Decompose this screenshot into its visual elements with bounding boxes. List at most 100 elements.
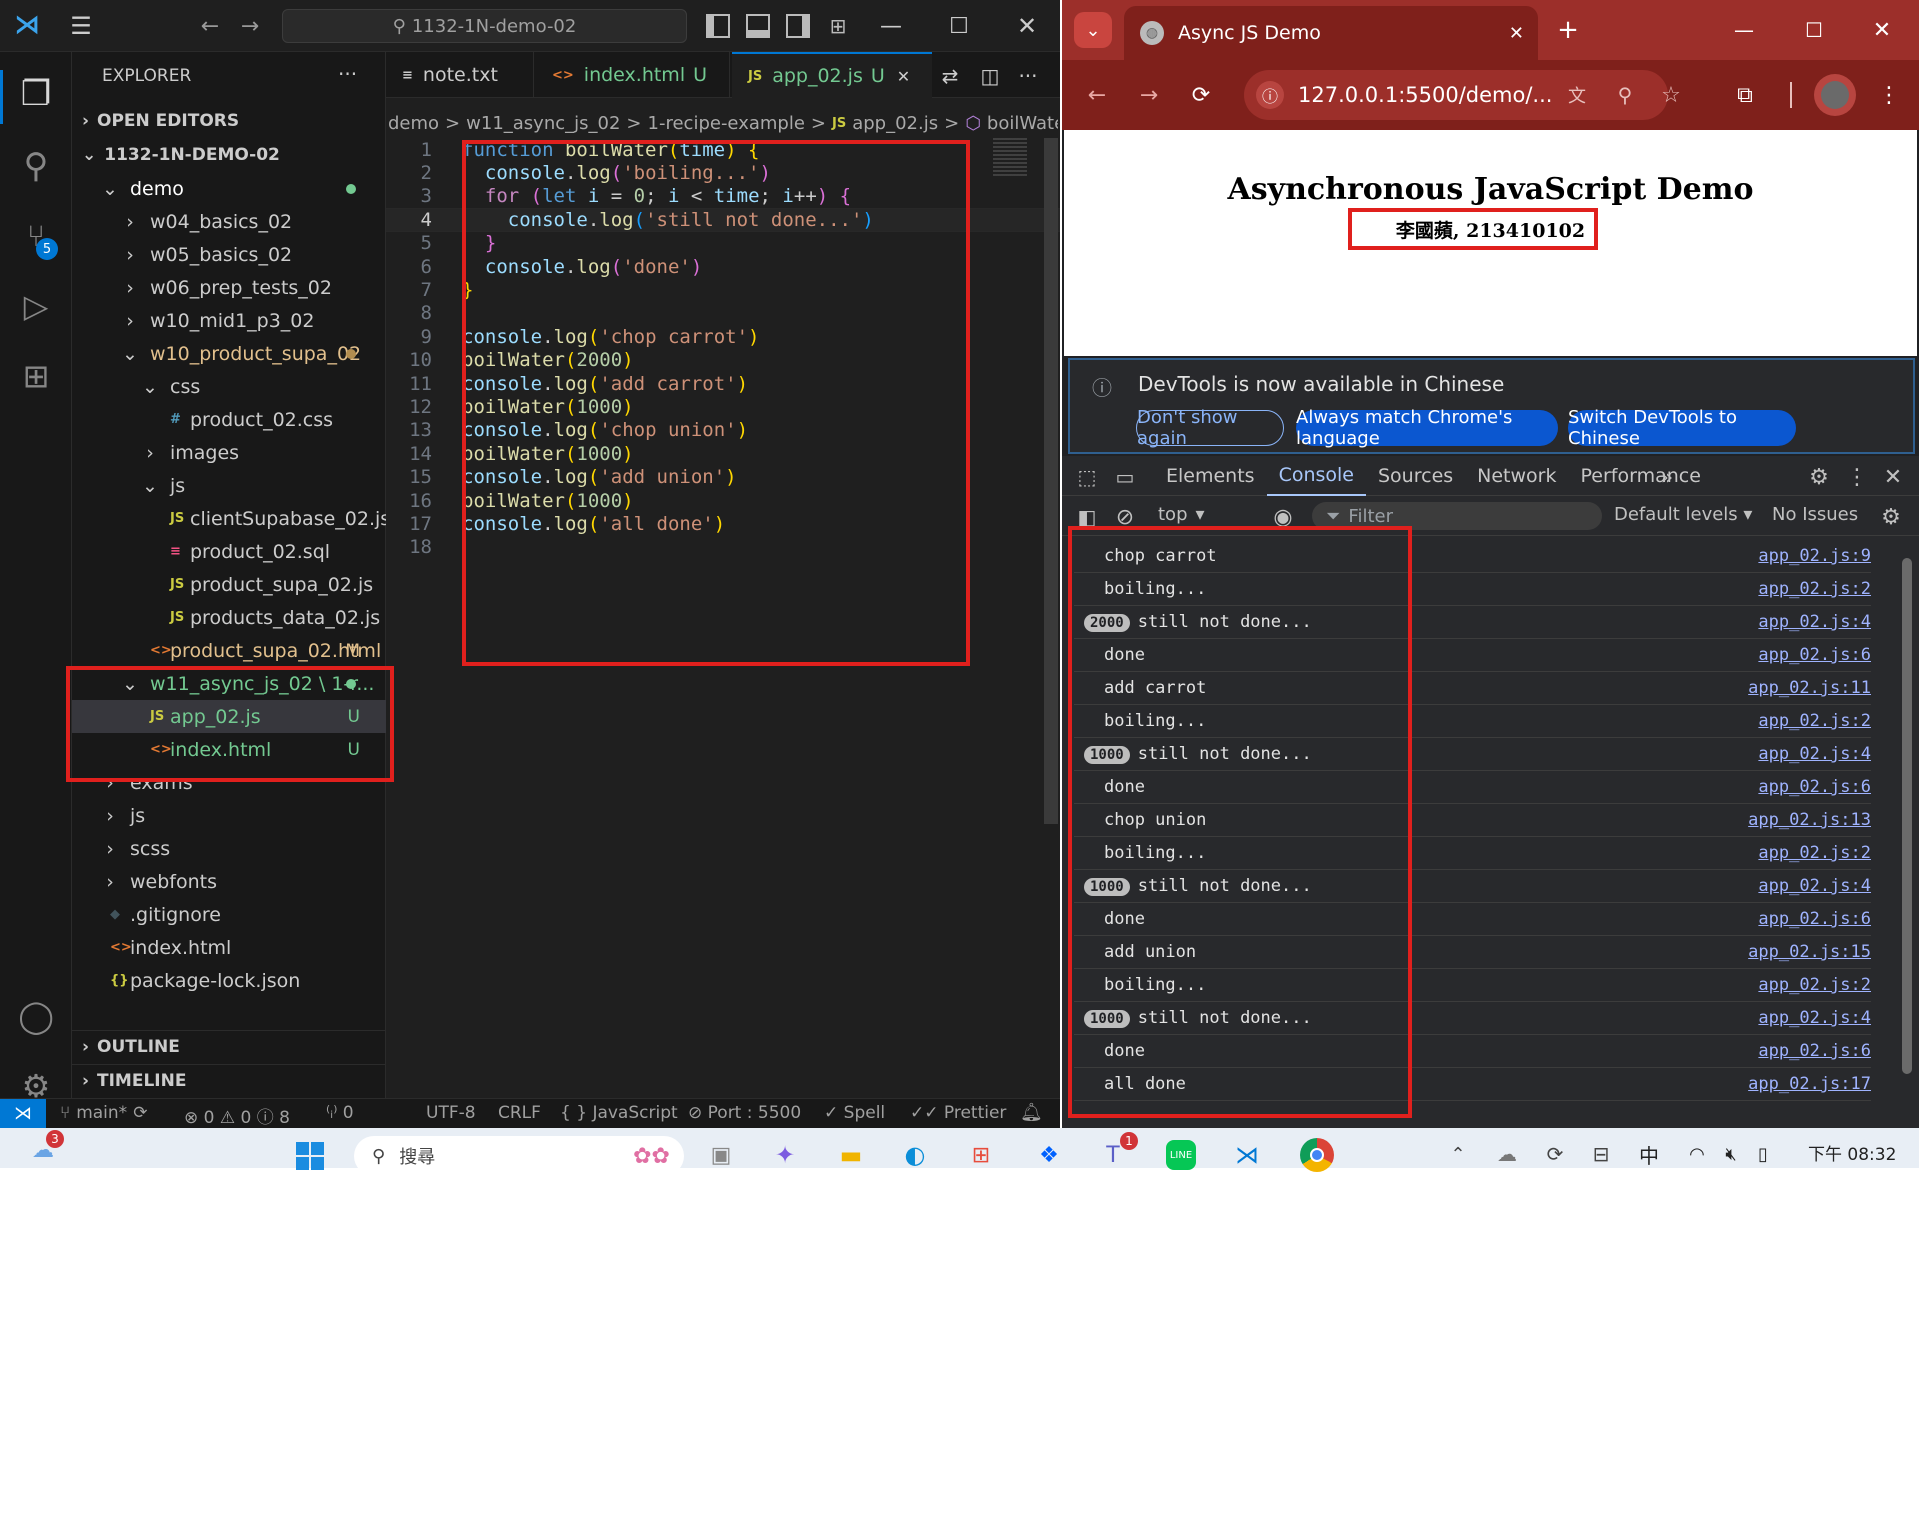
tree-item[interactable]: ≡ product_02.sql: [72, 535, 386, 568]
editor-more-icon[interactable]: ···: [1014, 62, 1042, 90]
windows-start-icon[interactable]: [296, 1142, 324, 1170]
tree-item[interactable]: › w04_basics_02: [72, 205, 386, 238]
console-sidebar-icon[interactable]: ◧: [1074, 504, 1100, 530]
tree-item[interactable]: JS products_data_02.js: [72, 601, 386, 634]
editor-scrollbar[interactable]: [1044, 138, 1058, 824]
console-source-link[interactable]: app_02.js:11: [1748, 678, 1871, 698]
keyboard-tray-icon[interactable]: ⊟: [1588, 1140, 1614, 1168]
onedrive-icon[interactable]: ☁: [1494, 1140, 1520, 1168]
extensions-puzzle-icon[interactable]: ⧉: [1730, 80, 1760, 110]
port-status[interactable]: ⊘ Port : 5500: [688, 1103, 801, 1123]
console-source-link[interactable]: app_02.js:13: [1748, 810, 1871, 830]
live-expression-eye-icon[interactable]: ◉: [1268, 504, 1298, 530]
tree-item[interactable]: › scss: [72, 832, 386, 865]
devtools-close-icon[interactable]: ✕: [1880, 464, 1906, 490]
console-source-link[interactable]: app_02.js:2: [1758, 579, 1871, 599]
extensions-icon[interactable]: ⊞: [14, 354, 58, 398]
console-source-link[interactable]: app_02.js:6: [1758, 645, 1871, 665]
open-editors-section[interactable]: › OPEN EDITORS: [72, 104, 386, 137]
battery-icon[interactable]: ▯: [1750, 1140, 1776, 1168]
log-levels-dropdown[interactable]: Default levels ▾: [1614, 504, 1752, 525]
zoom-icon[interactable]: ⚲: [1610, 80, 1640, 110]
tab-close-icon[interactable]: ✕: [1509, 23, 1524, 44]
wifi-icon[interactable]: ◠: [1684, 1140, 1710, 1168]
chrome-tab-active[interactable]: ◍ Async JS Demo ✕: [1124, 6, 1538, 60]
line-icon[interactable]: LINE: [1166, 1140, 1196, 1170]
code-editor[interactable]: 1 function boilWater(time) {2 console.log…: [386, 138, 1060, 698]
inspect-element-icon[interactable]: ⬚: [1074, 464, 1100, 490]
tree-item[interactable]: › exams: [72, 766, 386, 799]
explorer-icon[interactable]: ❐: [14, 72, 58, 116]
profile-avatar[interactable]: [1814, 74, 1856, 116]
breadcrumb-item[interactable]: w11_async_js_02: [466, 113, 620, 134]
translate-icon[interactable]: 文: [1562, 80, 1592, 110]
encoding-status[interactable]: UTF-8: [426, 1103, 476, 1123]
command-center-search[interactable]: ⚲ 1132-1N-demo-02: [282, 9, 687, 43]
sync-tray-icon[interactable]: ⟳: [1542, 1140, 1568, 1168]
taskbar-clock[interactable]: 下午 08:32: [1808, 1140, 1896, 1165]
editor-tab[interactable]: <> index.html U: [536, 52, 730, 98]
file-explorer-icon[interactable]: ▬: [834, 1140, 868, 1170]
editor-tab[interactable]: ≡ note.txt: [386, 52, 534, 98]
taskbar-search-box[interactable]: ⚲ 搜尋 ✿✿: [354, 1136, 684, 1176]
console-source-link[interactable]: app_02.js:9: [1758, 546, 1871, 566]
breadcrumb-item[interactable]: boilWater: [987, 113, 1058, 134]
console-output[interactable]: chop carrot app_02.js:9 boiling... app_02.j…: [1062, 536, 1919, 1128]
breadcrumb-item[interactable]: app_02.js: [852, 113, 938, 134]
tab-close-icon[interactable]: ✕: [897, 67, 910, 86]
forward-arrow-icon[interactable]: →: [236, 12, 264, 40]
console-source-link[interactable]: app_02.js:4: [1758, 744, 1871, 764]
task-view-icon[interactable]: ▣: [706, 1140, 736, 1170]
forward-arrow-icon[interactable]: →: [1132, 78, 1166, 112]
volume-muted-icon[interactable]: 🔇︎: [1718, 1140, 1744, 1168]
devtools-tab[interactable]: Sources: [1366, 456, 1465, 496]
toggle-secondary-sidebar-icon[interactable]: [786, 14, 810, 38]
vscode-taskbar-icon[interactable]: ⋊: [1232, 1140, 1262, 1170]
tree-item[interactable]: › w06_prep_tests_02: [72, 271, 386, 304]
toggle-panel-icon[interactable]: [746, 14, 770, 38]
back-arrow-icon[interactable]: ←: [1080, 78, 1114, 112]
breadcrumb-item[interactable]: demo: [388, 113, 439, 134]
tab-search-chevron-icon[interactable]: ⌄: [1074, 12, 1112, 48]
maximize-icon[interactable]: ☐: [1796, 12, 1832, 48]
split-editor-icon[interactable]: ◫: [976, 62, 1004, 90]
tree-item[interactable]: ◆ .gitignore: [72, 898, 386, 931]
device-toolbar-icon[interactable]: ▭: [1112, 464, 1138, 490]
console-source-link[interactable]: app_02.js:2: [1758, 711, 1871, 731]
chrome-menu-icon[interactable]: ⋮: [1876, 80, 1902, 110]
tree-item[interactable]: <> index.html U: [72, 733, 386, 766]
more-actions-icon[interactable]: ···: [338, 62, 357, 86]
devtools-tab[interactable]: Performance: [1569, 456, 1713, 496]
close-icon[interactable]: ✕: [1864, 12, 1900, 48]
dropbox-icon[interactable]: ❖: [1034, 1140, 1064, 1170]
new-tab-plus-icon[interactable]: +: [1550, 12, 1586, 48]
tree-item[interactable]: {} package-lock.json: [72, 964, 386, 997]
toggle-sidebar-icon[interactable]: [706, 14, 730, 38]
back-arrow-icon[interactable]: ←: [196, 12, 224, 40]
copilot-icon[interactable]: ✦: [770, 1140, 800, 1170]
console-source-link[interactable]: app_02.js:6: [1758, 777, 1871, 797]
site-info-icon[interactable]: ⓘ: [1256, 81, 1284, 109]
bookmark-star-icon[interactable]: ☆: [1656, 80, 1686, 110]
console-source-link[interactable]: app_02.js:4: [1758, 612, 1871, 632]
console-source-link[interactable]: app_02.js:6: [1758, 909, 1871, 929]
remote-icon[interactable]: ⋊: [0, 1099, 46, 1128]
console-source-link[interactable]: app_02.js:4: [1758, 1008, 1871, 1028]
dont-show-again-button[interactable]: Don't show again: [1136, 407, 1284, 449]
console-scrollbar[interactable]: [1900, 542, 1914, 1122]
problems-status[interactable]: ⊗ 0 ⚠ 0 ⓘ 8: [184, 1103, 290, 1128]
console-source-link[interactable]: app_02.js:17: [1748, 1074, 1871, 1094]
editor-tab[interactable]: JS app_02.js U ✕: [732, 52, 932, 98]
tree-item[interactable]: <> index.html: [72, 931, 386, 964]
compare-changes-icon[interactable]: ⇄: [936, 62, 964, 90]
minimize-icon[interactable]: —: [1726, 12, 1762, 48]
console-source-link[interactable]: app_02.js:2: [1758, 843, 1871, 863]
console-settings-icon[interactable]: ⚙: [1878, 504, 1904, 530]
tree-item[interactable]: ⌄ w10_product_supa_02: [72, 337, 386, 370]
tree-item[interactable]: JS app_02.js U: [72, 700, 386, 733]
context-selector[interactable]: top ▾: [1158, 504, 1205, 525]
console-source-link[interactable]: app_02.js:2: [1758, 975, 1871, 995]
tree-item[interactable]: JS clientSupabase_02.js: [72, 502, 390, 535]
breadcrumb-item[interactable]: 1-recipe-example: [648, 113, 805, 134]
minimize-icon[interactable]: —: [876, 12, 906, 40]
